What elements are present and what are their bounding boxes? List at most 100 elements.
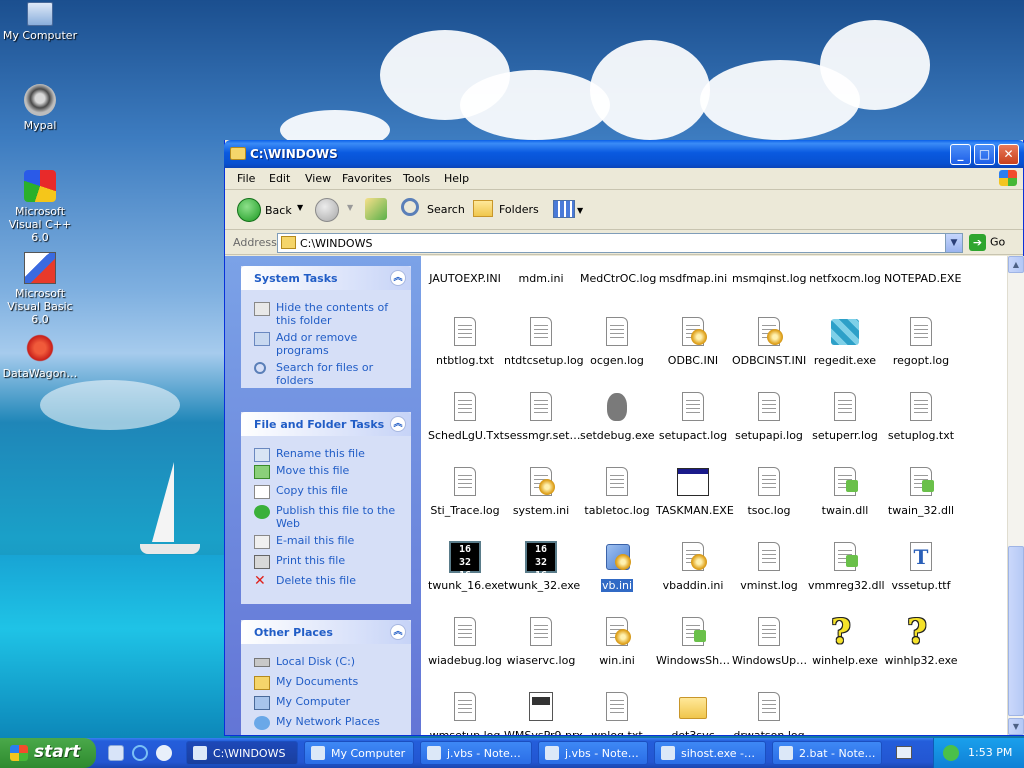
file-item[interactable]: setupact.log (655, 391, 731, 442)
collapse-icon[interactable]: ︽ (390, 416, 406, 432)
file-item[interactable]: vbaddin.ini (655, 541, 731, 592)
file-item[interactable]: system.ini (503, 466, 579, 517)
file-item[interactable]: drwatson.log (731, 691, 807, 735)
chevron-down-icon[interactable]: ▼ (577, 206, 583, 215)
menu-favorites[interactable]: Favorites (342, 172, 392, 185)
task-search-files[interactable]: Search for files or folders (241, 361, 411, 387)
task-delete-file[interactable]: ✕ Delete this file (241, 574, 411, 588)
file-item[interactable]: Sti_Trace.log (427, 466, 503, 517)
scroll-thumb[interactable] (1008, 546, 1024, 716)
file-item[interactable]: tabletoc.log (579, 466, 655, 517)
place-my-documents[interactable]: My Documents (241, 675, 411, 690)
desktop-icon-my-computer[interactable]: My Computer (0, 2, 80, 42)
task-hide-contents[interactable]: Hide the contents of this folder (241, 301, 411, 327)
title-bar[interactable]: C:\WINDOWS _ □ ✕ (224, 140, 1024, 168)
file-item[interactable]: wplog.txt (579, 691, 655, 735)
maximize-button[interactable]: □ (974, 144, 995, 165)
task-move-file[interactable]: Move this file (241, 464, 411, 479)
minimize-button[interactable]: _ (950, 144, 971, 165)
file-item[interactable]: WindowsSh… (655, 616, 731, 667)
file-item[interactable]: setupapi.log (731, 391, 807, 442)
file-item[interactable]: setuplog.txt (883, 391, 959, 442)
file-item[interactable]: wiaservc.log (503, 616, 579, 667)
file-item[interactable]: NOTEPAD.EXE (883, 256, 961, 285)
file-item[interactable]: vb.ini (579, 541, 655, 592)
views-button[interactable] (553, 200, 575, 218)
other-places-header[interactable]: Other Places ︽ (241, 620, 411, 644)
file-item[interactable]: TASKMAN.EXE (655, 466, 734, 517)
file-item[interactable]: win.ini (579, 616, 655, 667)
file-item[interactable]: WMSysPr9.prx (503, 691, 583, 735)
desktop-icon-mypal[interactable]: Mypal (0, 84, 80, 132)
file-item[interactable]: setdebug.exe (579, 391, 655, 442)
file-item[interactable]: ? winhlp32.exe (883, 612, 959, 667)
file-item[interactable]: netfxocm.log (807, 256, 883, 285)
file-item[interactable]: sessmgr.set… (503, 391, 580, 442)
scroll-up-button[interactable]: ▲ (1008, 256, 1024, 273)
file-item[interactable]: regedit.exe (807, 316, 883, 367)
desktop-icon-visual-cpp[interactable]: Microsoft Visual C++ 6.0 (0, 170, 80, 244)
file-item[interactable]: vminst.log (731, 541, 807, 592)
file-item[interactable]: msdfmap.ini (655, 256, 731, 285)
task-email-file[interactable]: E-mail this file (241, 534, 411, 549)
file-item[interactable]: twain_32.dll (883, 466, 959, 517)
start-button[interactable]: start (0, 738, 96, 768)
file-item[interactable]: ocgen.log (579, 316, 655, 367)
file-folder-tasks-header[interactable]: File and Folder Tasks ︽ (241, 412, 411, 436)
menu-tools[interactable]: Tools (403, 172, 430, 185)
taskbar-button[interactable]: sihost.exe -… (654, 741, 766, 765)
file-item[interactable]: ODBC.INI (655, 316, 731, 367)
file-item[interactable]: vmmreg32.dll (807, 541, 885, 592)
file-item[interactable]: regopt.log (883, 316, 959, 367)
file-item[interactable]: 16 32 16 32 twunk_16.exe (427, 541, 504, 594)
file-item[interactable]: Tvssetup.ttf (883, 541, 959, 592)
file-item[interactable]: SchedLgU.Txt (427, 391, 504, 442)
file-item[interactable]: tsoc.log (731, 466, 807, 517)
desktop-icon-visual-basic[interactable]: Microsoft Visual Basic 6.0 (0, 252, 80, 326)
task-print-file[interactable]: Print this file (241, 554, 411, 569)
place-local-disk[interactable]: Local Disk (C:) (241, 655, 411, 668)
file-item[interactable]: wmsetup.log (427, 691, 503, 735)
file-item[interactable]: twain.dll (807, 466, 883, 517)
file-item[interactable]: 16 32 16 32 twunk_32.exe (503, 541, 580, 594)
tray-network-icon[interactable] (943, 745, 959, 761)
collapse-icon[interactable]: ︽ (390, 624, 406, 640)
file-item[interactable]: MedCtrOC.log (579, 256, 656, 285)
desktop-icon-datawagon[interactable]: DataWagon… (0, 332, 80, 380)
system-tasks-header[interactable]: System Tasks ︽ (241, 266, 411, 290)
file-item[interactable]: ODBCINST.INI (731, 316, 807, 367)
menu-edit[interactable]: Edit (269, 172, 290, 185)
menu-view[interactable]: View (305, 172, 331, 185)
taskbar-button[interactable]: C:\WINDOWS (186, 741, 298, 765)
file-item[interactable]: mdm.ini (503, 256, 579, 285)
file-item[interactable]: dot3svc (655, 691, 731, 735)
close-button[interactable]: ✕ (998, 144, 1019, 165)
vertical-scrollbar[interactable]: ▲ ▼ (1007, 256, 1024, 735)
scroll-down-button[interactable]: ▼ (1008, 718, 1024, 735)
task-rename-file[interactable]: Rename this file (241, 447, 411, 462)
collapse-icon[interactable]: ︽ (390, 270, 406, 286)
place-my-network-places[interactable]: My Network Places (241, 715, 411, 730)
file-item[interactable]: ntbtlog.txt (427, 316, 503, 367)
address-dropdown-button[interactable]: ▼ (945, 234, 962, 252)
file-item[interactable]: JAUTOEXP.INI (427, 256, 503, 285)
internet-explorer-icon[interactable] (132, 745, 148, 761)
task-publish-file[interactable]: Publish this file to the Web (241, 504, 411, 530)
file-item[interactable]: msmqinst.log (731, 256, 807, 285)
up-folder-button[interactable] (365, 198, 387, 220)
taskbar-button[interactable]: j.vbs - Note… (538, 741, 648, 765)
file-item[interactable]: WindowsUp… (731, 616, 807, 667)
taskbar-button[interactable]: My Computer (304, 741, 414, 765)
media-player-icon[interactable] (156, 745, 172, 761)
go-button[interactable]: ➔ Go (969, 234, 1005, 251)
file-item[interactable]: ? winhelp.exe (807, 612, 883, 667)
menu-help[interactable]: Help (444, 172, 469, 185)
task-add-remove-programs[interactable]: Add or remove programs (241, 331, 411, 357)
show-desktop-icon[interactable] (108, 745, 124, 761)
file-item[interactable]: ntdtcsetup.log (503, 316, 584, 367)
menu-file[interactable]: File (237, 172, 255, 185)
place-my-computer[interactable]: My Computer (241, 695, 411, 710)
taskbar-button[interactable]: 2.bat - Note… (772, 741, 882, 765)
task-copy-file[interactable]: Copy this file (241, 484, 411, 499)
file-item[interactable]: setuperr.log (807, 391, 883, 442)
